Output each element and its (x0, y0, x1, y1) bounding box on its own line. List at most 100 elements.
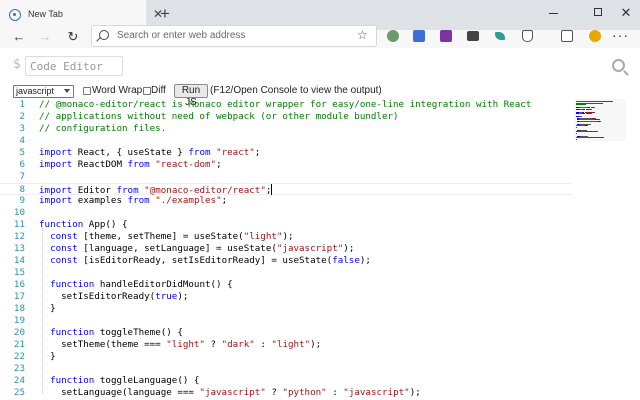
code-token: "light" (243, 231, 283, 242)
window-maximize-button[interactable] (583, 0, 613, 24)
code-token: from (127, 195, 150, 206)
code-line[interactable]: 14 const [isEditorReady, setIsEditorRead… (0, 255, 572, 267)
run-hint: (F12/Open Console to view the output) (210, 85, 382, 96)
shield-extension-icon[interactable] (522, 30, 533, 42)
code-token: ); (282, 231, 294, 242)
code-line[interactable]: 12 const [theme, setTheme] = useState("l… (0, 231, 572, 243)
profile-avatar-icon[interactable] (589, 30, 601, 42)
code-editor[interactable]: 1 // @monaco-editor/react is Monaco edito… (0, 99, 640, 400)
minimap-line (600, 120, 601, 122)
minimap-line (583, 113, 585, 114)
code-token: ; (221, 195, 228, 206)
code-token: setIsEditorReady( (39, 291, 156, 302)
window-close-button[interactable]: ✕ (611, 0, 640, 24)
code-text: import React, { useState } from "react"; (39, 147, 260, 159)
diff-checkbox[interactable] (143, 87, 151, 95)
collections-icon[interactable] (561, 30, 573, 42)
code-token: "react-dom" (155, 159, 217, 170)
line-number: 1 (19, 99, 25, 110)
code-line[interactable]: 15 (0, 267, 572, 279)
run-js-button[interactable]: Run JS (174, 84, 208, 108)
browser-menu-icon[interactable]: ··· (612, 27, 629, 43)
line-number: 2 (19, 111, 25, 122)
code-token: "./examples" (155, 195, 222, 206)
window-minimize-button[interactable] (538, 0, 568, 24)
word-wrap-checkbox[interactable] (83, 87, 91, 95)
code-token: "light" (166, 339, 205, 350)
code-token: from (127, 159, 150, 170)
code-token: : (326, 387, 344, 398)
browser-toolbar: ← → ↻ Search or enter web address ☆ ··· (0, 25, 640, 48)
code-token: } (39, 303, 56, 314)
minimap-line (603, 137, 604, 138)
code-line[interactable]: 11 function App() { (0, 219, 572, 231)
close-icon: ✕ (620, 4, 632, 20)
extension-icon[interactable] (387, 30, 399, 42)
code-line[interactable]: 4 (0, 135, 572, 147)
code-token: [language, setLanguage] = useState( (77, 243, 277, 254)
minimap-line (576, 131, 586, 132)
code-text: // configuration files. (39, 123, 166, 135)
code-line[interactable]: 7 (0, 171, 572, 183)
minimap-line (594, 107, 595, 108)
code-line[interactable]: 13 const [language, setLanguage] = useSt… (0, 243, 572, 255)
code-line[interactable]: 20 function toggleTheme() { (0, 327, 572, 339)
minimap-line (587, 125, 588, 126)
line-number: 19 (13, 315, 25, 326)
line-number: 22 (13, 351, 25, 362)
code-token: function (50, 375, 95, 386)
code-line[interactable]: 25 setLanguage(language === "javascript"… (0, 387, 572, 399)
code-token: React, { useState } (72, 147, 189, 158)
code-line[interactable]: 8 import Editor from "@monaco-editor/reac… (0, 183, 572, 196)
back-arrow-icon[interactable]: ← (11, 30, 27, 48)
address-bar[interactable]: Search or enter web address ☆ (91, 25, 377, 47)
page-header: $ Code Editor (0, 48, 640, 85)
reload-icon[interactable]: ↻ (65, 30, 81, 48)
code-line[interactable]: 18 } (0, 303, 572, 315)
editor-minimap[interactable] (574, 99, 626, 141)
line-number: 15 (13, 267, 25, 278)
word-wrap-label: Word Wrap (92, 85, 143, 96)
code-line[interactable]: 22 } (0, 351, 572, 363)
code-line[interactable]: 16 function handleEditorDidMount() { (0, 279, 572, 291)
extension-icon[interactable] (495, 32, 505, 40)
code-token: false (332, 255, 360, 266)
code-line[interactable]: 5 import React, { useState } from "react"… (0, 147, 572, 159)
forward-arrow-icon[interactable]: → (37, 30, 53, 48)
code-token: examples (72, 195, 128, 206)
minimap-line (594, 111, 595, 113)
code-text: const [language, setLanguage] = useState… (39, 243, 354, 255)
code-token: handleEditorDidMount() { (94, 279, 233, 290)
code-line[interactable]: 17 setIsEditorReady(true); (0, 291, 572, 303)
language-select[interactable]: javascript (13, 85, 74, 98)
favorite-star-icon[interactable]: ☆ (357, 28, 368, 42)
editor-controls: javascript Word Wrap Diff Run JS (F12/Op… (0, 84, 640, 108)
minimap-line (576, 104, 586, 105)
line-number: 6 (19, 159, 25, 170)
code-line[interactable]: 24 function toggleLanguage() { (0, 375, 572, 387)
code-text: // applications without need of webpack … (39, 111, 399, 123)
code-line[interactable]: 19 (0, 315, 572, 327)
search-icon[interactable] (612, 59, 625, 72)
minimap-line (576, 126, 577, 128)
extension-icon[interactable] (440, 30, 452, 42)
code-line[interactable]: 10 (0, 207, 572, 219)
new-tab-button[interactable]: + (158, 4, 172, 24)
minimap-line (591, 108, 592, 110)
code-line[interactable]: 6 import ReactDOM from "react-dom"; (0, 159, 572, 171)
translate-extension-icon[interactable] (413, 30, 425, 42)
code-token: function (50, 327, 95, 338)
minimap-line (597, 131, 598, 132)
code-line[interactable]: 23 (0, 363, 572, 375)
code-token: toggleLanguage() { (94, 375, 200, 386)
minimize-icon (548, 12, 558, 14)
code-line[interactable]: 9 import examples from "./examples"; (0, 195, 572, 207)
code-line[interactable]: 1 // @monaco-editor/react is Monaco edito… (0, 99, 572, 111)
code-line[interactable]: 3 // configuration files. (0, 123, 572, 135)
code-line[interactable]: 2 // applications without need of webpack… (0, 111, 572, 123)
extension-icon[interactable] (467, 31, 479, 41)
code-line[interactable]: 21 setTheme(theme === "light" ? "dark" :… (0, 339, 572, 351)
